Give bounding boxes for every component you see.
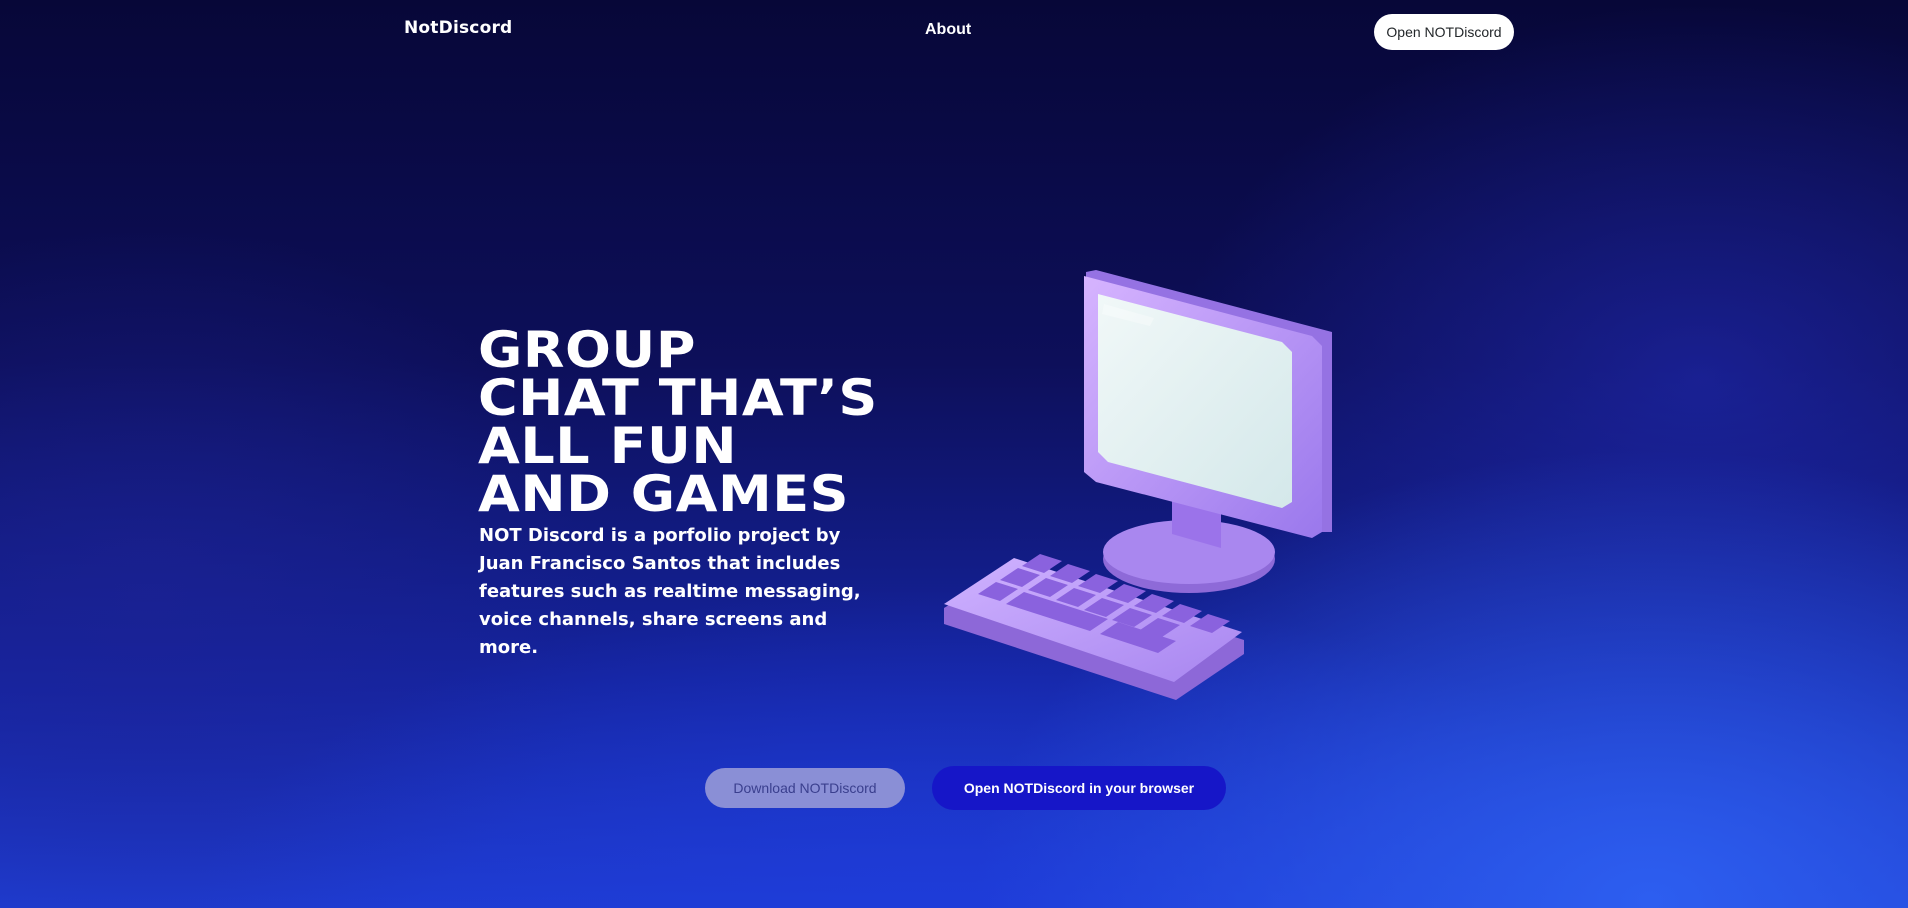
hero-title-line: AND GAMES: [478, 465, 850, 523]
top-nav: NotDiscord About Open NOTDiscord: [0, 0, 1908, 64]
hero-title: GROUP CHAT THAT’S ALL FUN AND GAMES: [478, 321, 878, 523]
nav-link-about[interactable]: About: [925, 21, 971, 39]
hero-description: NOT Discord is a porfolio project by Jua…: [479, 525, 861, 658]
download-button[interactable]: Download NOTDiscord: [705, 768, 905, 808]
logo[interactable]: NotDiscord: [404, 18, 512, 38]
computer-keyboard-illustration: [944, 270, 1332, 700]
open-app-button[interactable]: Open NOTDiscord: [1374, 14, 1514, 50]
hero-title-line: ALL FUN: [478, 417, 738, 475]
hero-title-line: CHAT THAT’S: [478, 369, 878, 427]
hero-title-line: GROUP: [478, 321, 696, 379]
open-in-browser-button[interactable]: Open NOTDiscord in your browser: [932, 766, 1226, 810]
